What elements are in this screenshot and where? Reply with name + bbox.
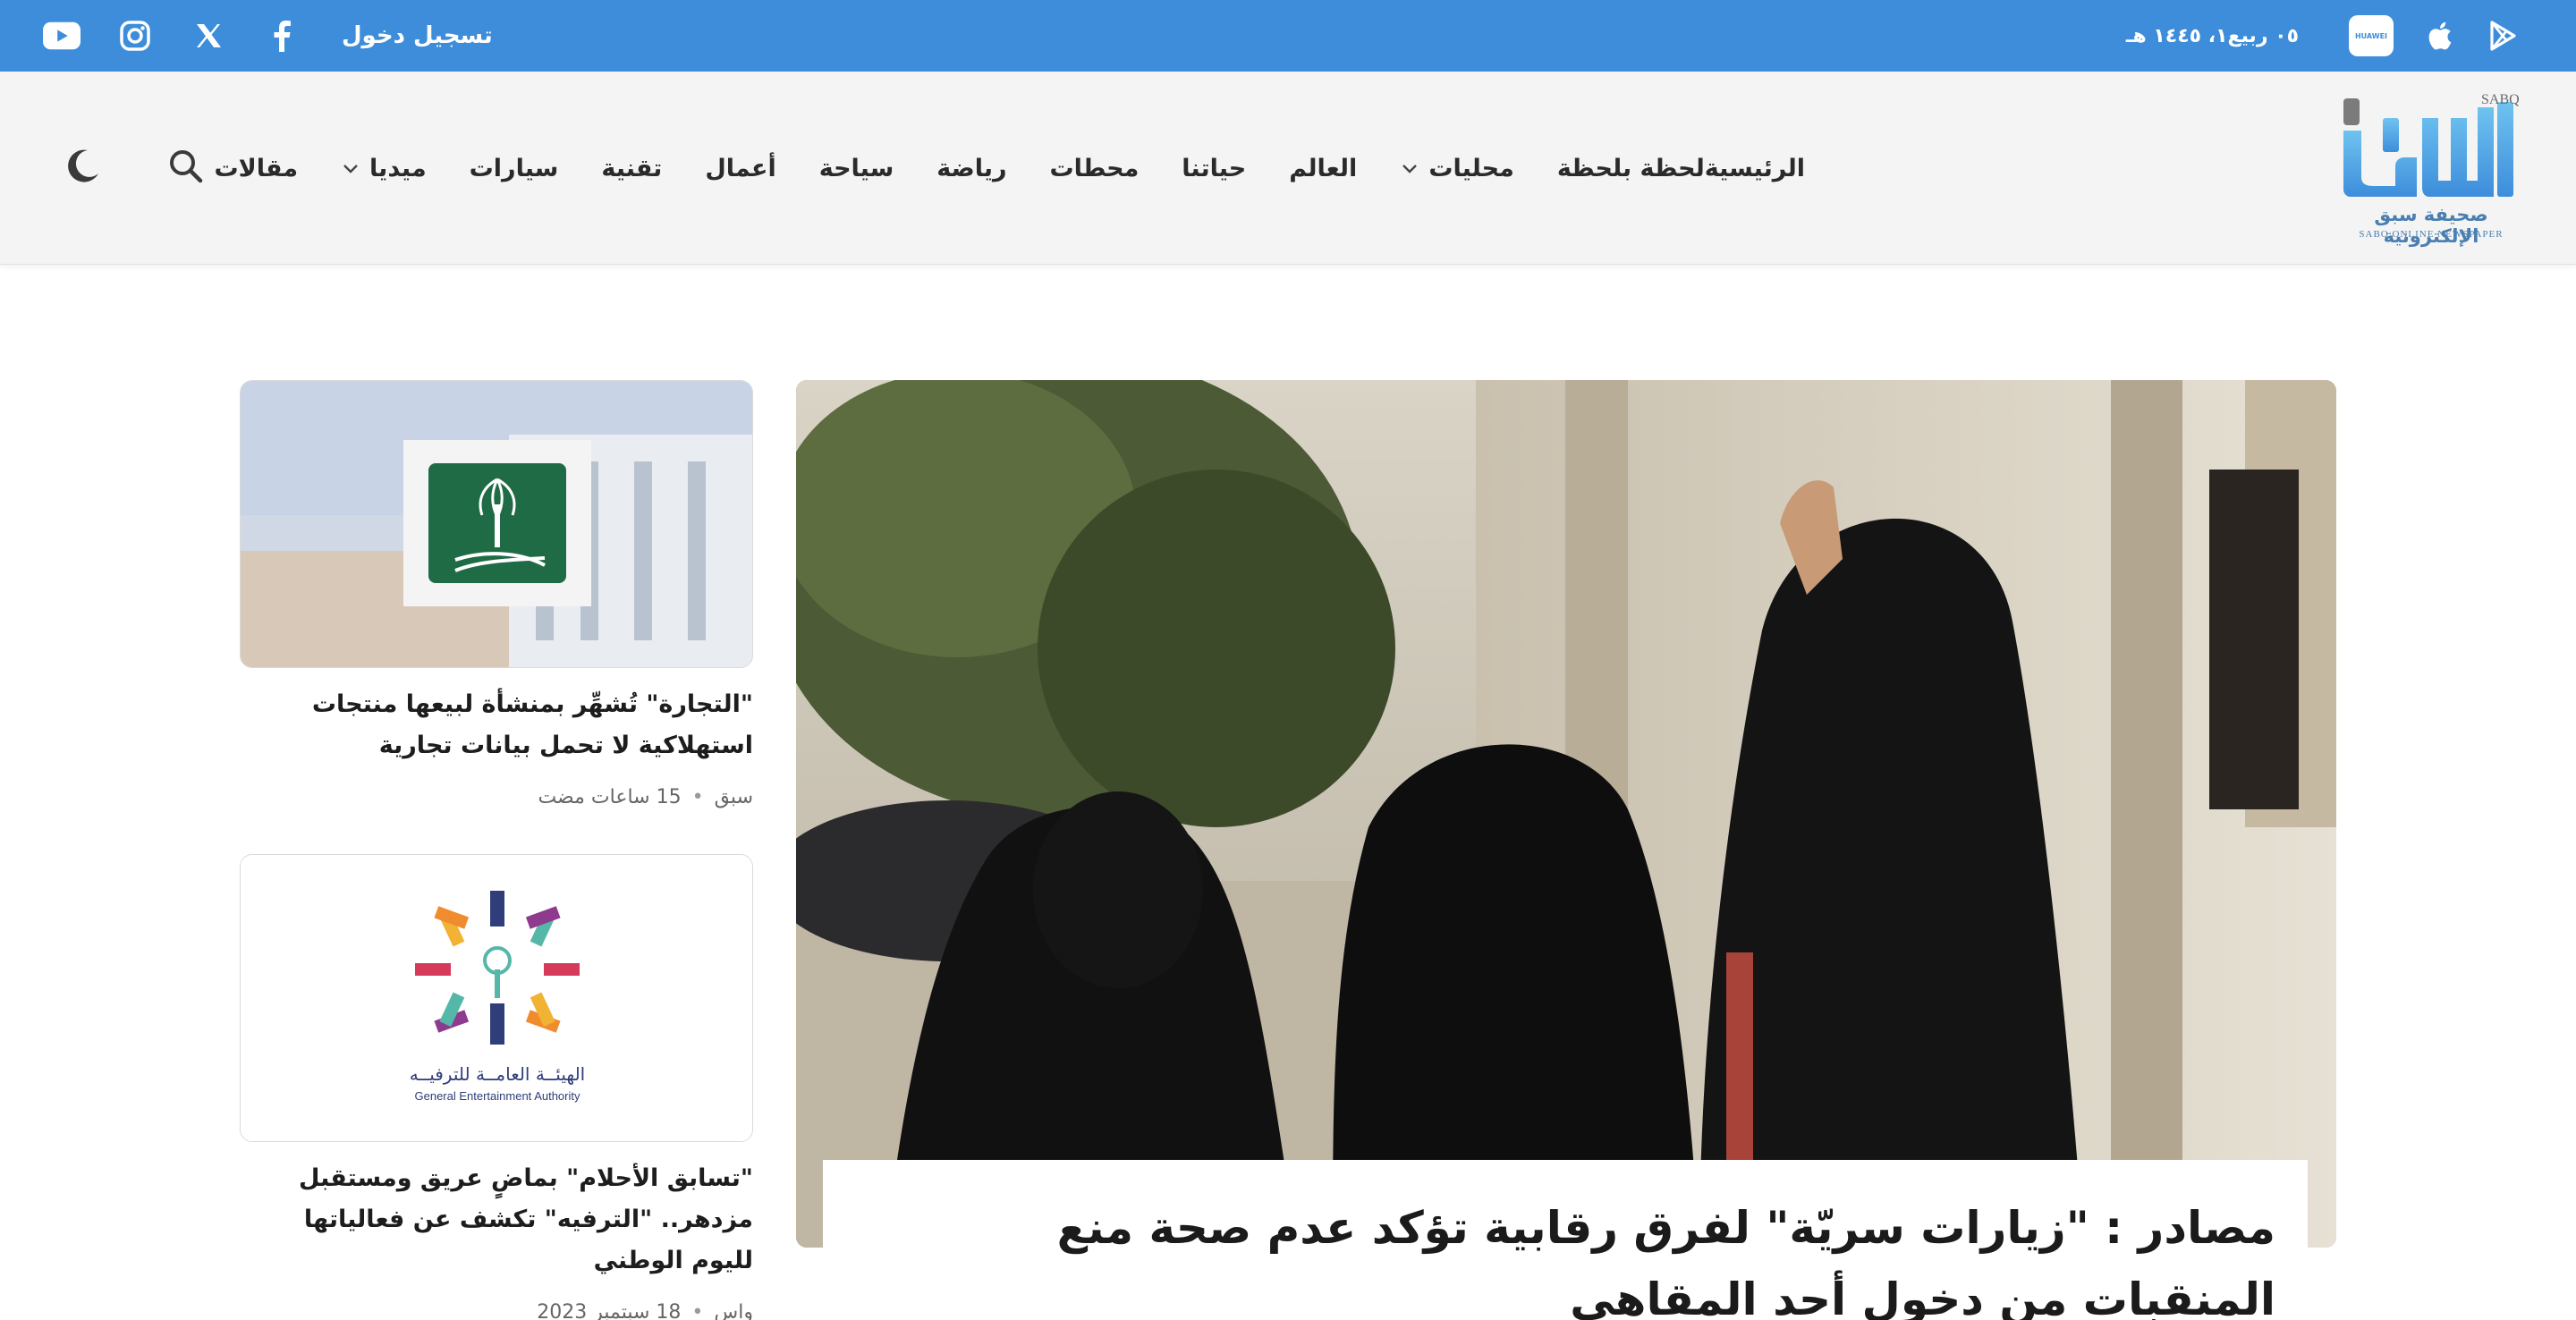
nav-item-tech[interactable]: تقنية bbox=[601, 155, 662, 182]
nav-item-home[interactable]: الرئيسية bbox=[1705, 155, 1805, 182]
gea-logo-arabic: الهيئــة العامــة للترفيــه bbox=[410, 1063, 585, 1085]
nav-label: أعمال bbox=[705, 154, 776, 182]
nav-label: رياضة bbox=[936, 154, 1007, 182]
main-article-photo bbox=[796, 380, 2336, 1248]
side-article-1-title[interactable]: "التجارة" تُشهِّر بمنشأة لبيعها منتجات ا… bbox=[240, 684, 753, 766]
side-article-1-image[interactable] bbox=[240, 380, 753, 668]
sabq-logo[interactable]: SABQ صحيفة سبق الإلكترونية SABQ ONLINE N… bbox=[2343, 91, 2519, 247]
chevron-down-icon bbox=[343, 165, 358, 173]
nav-item-tourism[interactable]: سياحة bbox=[819, 155, 894, 182]
nav-label: لحظة بلحظة bbox=[1556, 154, 1705, 182]
facebook-icon[interactable] bbox=[263, 17, 301, 55]
login-link[interactable]: تسجيل دخول bbox=[342, 22, 493, 49]
nav-label: الرئيسية bbox=[1704, 154, 1805, 182]
main-article-image[interactable] bbox=[796, 380, 2336, 1248]
gea-logo: الهيئــة العامــة للترفيــه General Ente… bbox=[241, 855, 752, 1141]
nav-item-life[interactable]: حياتنا bbox=[1182, 155, 1246, 182]
gea-logo-english: General Entertainment Authority bbox=[415, 1089, 580, 1103]
main-article-title-box[interactable]: مصادر : "زيارات سريّة" لفرق رقابية تؤكد … bbox=[823, 1160, 2308, 1320]
nav-item-world[interactable]: العالم bbox=[1289, 155, 1357, 182]
sabq-logo-mark: SABQ bbox=[2343, 92, 2519, 197]
huawei-label: HUAWEI bbox=[2354, 31, 2388, 40]
logo-latin: SABQ bbox=[2481, 92, 2519, 107]
chevron-down-icon bbox=[1402, 165, 1418, 173]
youtube-icon[interactable] bbox=[43, 17, 80, 55]
dark-mode-moon-icon[interactable] bbox=[61, 145, 104, 188]
nav-item-live[interactable]: لحظة بلحظة bbox=[1557, 155, 1705, 182]
apple-icon[interactable] bbox=[2420, 17, 2458, 55]
search-icon[interactable] bbox=[165, 145, 208, 188]
nav-label: ميديا bbox=[369, 154, 427, 182]
top-bar: تسجيل دخول ٠٥ ربيع١، ١٤٤٥ هـ HUAWEI bbox=[0, 0, 2576, 72]
article-time: 15 ساعات مضت bbox=[538, 786, 682, 808]
instagram-icon[interactable] bbox=[116, 17, 154, 55]
nav-item-sports[interactable]: رياضة bbox=[936, 155, 1006, 182]
nav-item-media[interactable]: ميديا bbox=[341, 155, 427, 182]
app-links: ٠٥ ربيع١، ١٤٤٥ هـ HUAWEI bbox=[2126, 0, 2522, 72]
google-play-icon[interactable] bbox=[2485, 17, 2522, 55]
nav-item-local[interactable]: محليات bbox=[1400, 155, 1514, 182]
logo-latin-subtitle: SABQ ONLINE NEWSPAPER bbox=[2359, 229, 2504, 240]
main-article-title[interactable]: مصادر : "زيارات سريّة" لفرق رقابية تؤكد … bbox=[855, 1192, 2275, 1320]
nav-item-articles[interactable]: مقالات bbox=[215, 155, 299, 182]
nav-label: حياتنا bbox=[1182, 154, 1247, 182]
side-article-2-title[interactable]: "تسابق الأحلام" بماضٍ عريق ومستقبل مزدهر… bbox=[240, 1158, 753, 1282]
huawei-appgallery-icon[interactable]: HUAWEI bbox=[2349, 15, 2394, 56]
nav-label: العالم bbox=[1289, 154, 1358, 182]
nav-label: سيارات bbox=[469, 154, 559, 182]
nav-label: سياحة bbox=[818, 154, 894, 182]
nav-label: تقنية bbox=[601, 154, 663, 182]
nav-label: مقالات bbox=[214, 154, 299, 182]
side-article-2[interactable]: الهيئــة العامــة للترفيــه General Ente… bbox=[240, 854, 753, 1320]
site-header: SABQ صحيفة سبق الإلكترونية SABQ ONLINE N… bbox=[0, 72, 2576, 265]
side-article-1[interactable]: "التجارة" تُشهِّر بمنشأة لبيعها منتجات ا… bbox=[240, 380, 753, 808]
article-time: 18 سبتمبر 2023 bbox=[537, 1301, 682, 1320]
article-source: واس bbox=[714, 1301, 753, 1320]
side-article-2-image[interactable]: الهيئــة العامــة للترفيــه General Ente… bbox=[240, 854, 753, 1142]
nav-item-cars[interactable]: سيارات bbox=[470, 155, 559, 182]
nav-item-business[interactable]: أعمال bbox=[705, 155, 775, 182]
x-icon[interactable] bbox=[190, 17, 227, 55]
social-links: تسجيل دخول bbox=[43, 0, 493, 72]
nav-label: محطات bbox=[1049, 154, 1140, 182]
article-source: سبق bbox=[714, 786, 753, 808]
main-nav: الرئيسية لحظة بلحظة محليات العالم حياتنا… bbox=[172, 72, 1805, 265]
hijri-date: ٠٥ ربيع١، ١٤٤٥ هـ bbox=[2125, 24, 2299, 47]
side-article-2-meta: واس•18 سبتمبر 2023 bbox=[240, 1301, 753, 1320]
nav-item-stations[interactable]: محطات bbox=[1050, 155, 1140, 182]
side-article-1-meta: سبق•15 ساعات مضت bbox=[538, 786, 753, 808]
ministry-building-photo bbox=[241, 381, 752, 667]
logo-arabic-subtitle: صحيفة سبق الإلكترونية bbox=[2374, 204, 2488, 247]
nav-label: محليات bbox=[1428, 154, 1514, 182]
